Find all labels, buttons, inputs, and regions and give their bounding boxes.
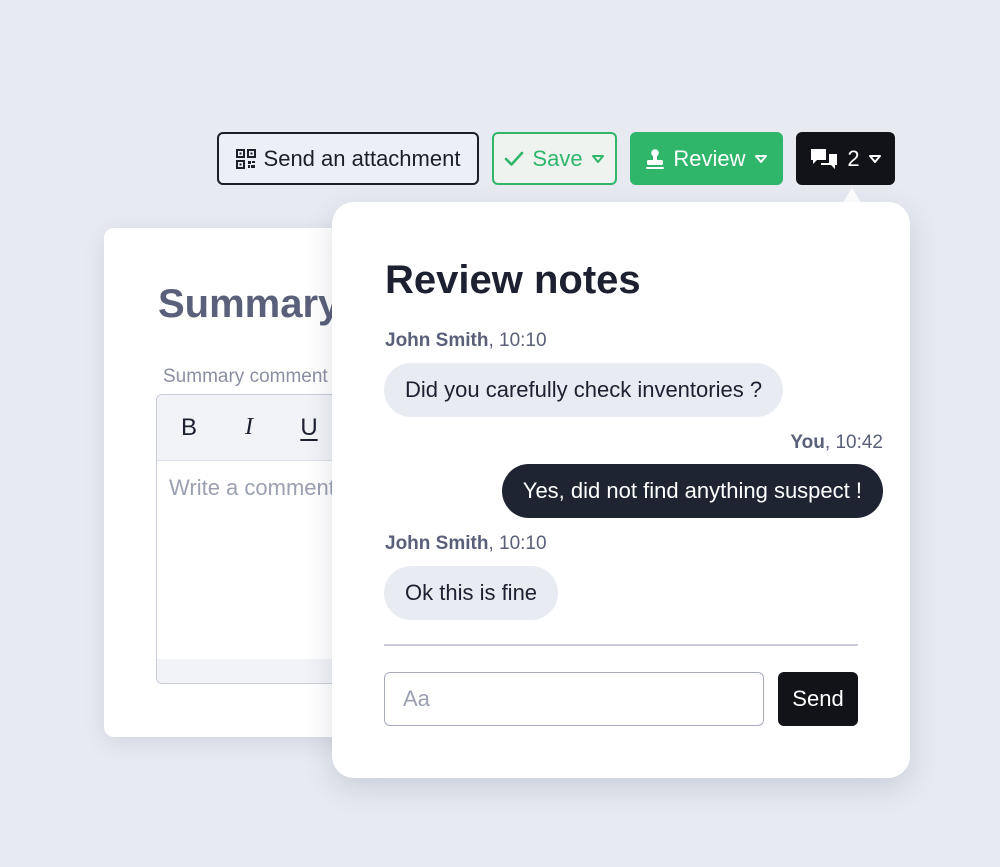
review-label: Review (673, 145, 746, 171)
message-author: John Smith (385, 330, 489, 351)
check-icon (504, 151, 524, 167)
message-author: John Smith (385, 533, 489, 554)
review-button[interactable]: Review (630, 132, 783, 185)
message-meta: John Smith, 10:10 (385, 330, 547, 352)
send-attachment-label: Send an attachment (263, 145, 461, 171)
summary-comment-label: Summary comment (163, 366, 328, 387)
message-meta: You, 10:42 (790, 432, 883, 454)
send-button[interactable]: Send (778, 672, 858, 726)
qr-code-icon (235, 148, 256, 169)
review-notes-title: Review notes (385, 258, 641, 302)
caret-down-icon (591, 154, 605, 164)
underline-button[interactable]: U (299, 414, 319, 442)
stamp-icon (645, 148, 665, 170)
save-button[interactable]: Save (492, 132, 617, 185)
message-author: You (790, 432, 825, 453)
chat-bubbles-icon (809, 147, 839, 171)
message-meta: John Smith, 10:10 (385, 533, 547, 555)
message-time: , 10:42 (824, 432, 883, 453)
summary-title: Summary (158, 282, 341, 326)
comment-placeholder: Write a comment (169, 475, 335, 500)
message-input[interactable] (384, 672, 764, 726)
review-notes-popover: Review notes John Smith, 10:10 Did you c… (332, 202, 910, 778)
save-label: Save (532, 145, 583, 171)
italic-button[interactable]: I (239, 414, 259, 441)
message-time: , 10:10 (488, 533, 547, 554)
caret-down-icon (754, 154, 768, 164)
bold-button[interactable]: B (179, 414, 199, 442)
message-time: , 10:10 (488, 330, 547, 351)
caret-down-icon (868, 154, 882, 164)
review-notes-count: 2 (847, 145, 860, 171)
message-bubble: Did you carefully check inventories ? (384, 363, 784, 417)
divider (384, 644, 858, 646)
review-notes-button[interactable]: 2 (796, 132, 895, 185)
message-bubble-own: Yes, did not find anything suspect ! (501, 464, 883, 518)
message-bubble: Ok this is fine (384, 566, 559, 620)
send-attachment-button[interactable]: Send an attachment (217, 132, 479, 185)
